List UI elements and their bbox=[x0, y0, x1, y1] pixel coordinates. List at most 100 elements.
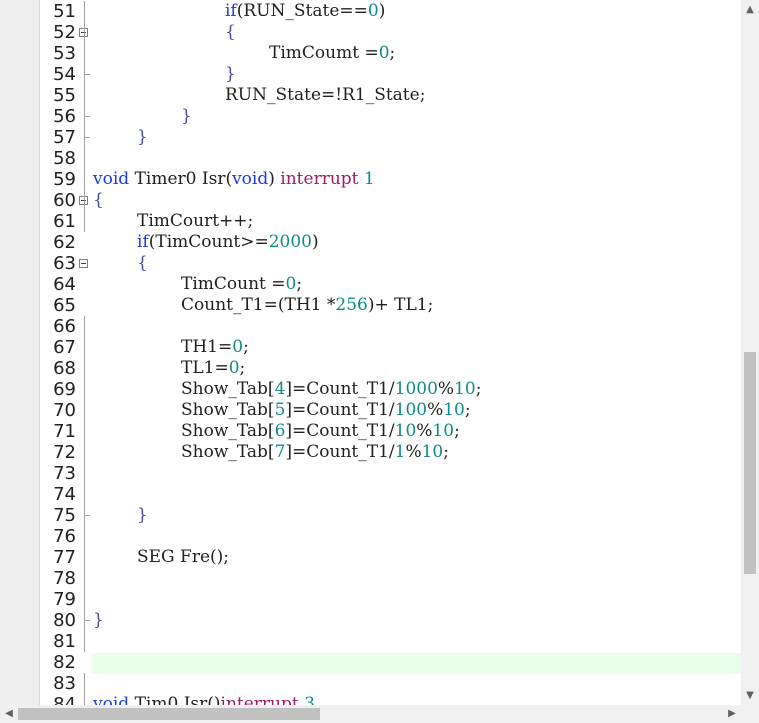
chevron-right-icon[interactable]: ▶ bbox=[723, 705, 741, 723]
code-token: )+ TL1; bbox=[367, 295, 434, 315]
code-token: TimCount = bbox=[181, 274, 286, 294]
code-line[interactable]: TimCourt++; bbox=[137, 211, 253, 232]
code-token: % bbox=[437, 379, 455, 399]
code-token: 0 bbox=[285, 274, 297, 294]
code-token: ; bbox=[239, 358, 246, 378]
code-token: 10 bbox=[443, 400, 465, 420]
fold-collapse-icon[interactable] bbox=[79, 259, 88, 268]
code-token: 1000 bbox=[394, 379, 438, 399]
code-line[interactable]: Count_T1=(TH1 *256)+ TL1; bbox=[181, 295, 433, 316]
code-token: void bbox=[232, 169, 269, 189]
chevron-left-icon[interactable]: ◀ bbox=[0, 705, 18, 723]
code-token: % bbox=[405, 442, 422, 462]
fold-guide-line bbox=[84, 316, 85, 652]
code-line[interactable]: { bbox=[225, 22, 236, 43]
code-line[interactable]: } bbox=[93, 610, 104, 631]
line-number: 71 bbox=[53, 421, 76, 442]
code-line[interactable]: TH1=0; bbox=[181, 337, 249, 358]
code-token: 7 bbox=[274, 442, 286, 462]
code-line[interactable]: if(TimCount>=2000) bbox=[137, 232, 319, 253]
code-token: { bbox=[93, 190, 104, 210]
code-token: ]=Count_T1/ bbox=[285, 421, 395, 441]
code-line[interactable]: TimCount =0; bbox=[181, 274, 302, 295]
editor-margin bbox=[0, 0, 40, 705]
code-line[interactable]: Show_Tab[6]=Count_T1/10%10; bbox=[181, 421, 460, 442]
current-line-highlight bbox=[92, 653, 741, 674]
code-line[interactable]: void Tim0 Isr()interrupt 3 bbox=[93, 694, 315, 705]
code-token: SEG Fre(); bbox=[137, 547, 230, 567]
code-token: Tim0 Isr() bbox=[129, 694, 221, 705]
code-token: Timer0 Isr( bbox=[129, 169, 233, 189]
vertical-scroll-thumb[interactable] bbox=[744, 352, 756, 574]
horizontal-scrollbar[interactable]: ◀ ▶ bbox=[0, 705, 741, 723]
code-token: Show_Tab[ bbox=[181, 379, 275, 399]
code-token: 3 bbox=[304, 694, 315, 705]
line-number: 63 bbox=[53, 253, 76, 274]
line-number: 58 bbox=[53, 148, 76, 169]
chevron-down-icon[interactable]: ▼ bbox=[741, 686, 759, 705]
fold-end-tick bbox=[84, 116, 90, 117]
code-token: 0 bbox=[378, 43, 390, 63]
code-area[interactable]: if(RUN_State==0){TimCoumt =0;} RUN_State=… bbox=[92, 0, 741, 705]
code-line[interactable]: } bbox=[225, 64, 236, 85]
code-line[interactable]: { bbox=[137, 253, 148, 274]
line-number: 79 bbox=[53, 589, 76, 610]
code-token: ; bbox=[389, 43, 396, 63]
code-line[interactable]: { bbox=[93, 190, 104, 211]
code-line[interactable]: Show_Tab[4]=Count_T1/1000%10; bbox=[181, 379, 481, 400]
code-token: { bbox=[225, 22, 236, 42]
line-number-gutter: 51 52 53 54 55 56 57 58 59 60 61 62 63 64 65 66 67 68 69 70… bbox=[40, 0, 76, 705]
code-line[interactable]: Show_Tab[5]=Count_T1/100%10; bbox=[181, 400, 471, 421]
code-token: 1 bbox=[363, 169, 375, 189]
code-token: } bbox=[137, 505, 148, 525]
code-line[interactable]: RUN_State=!R1_State; bbox=[225, 85, 425, 106]
line-number: 56 bbox=[53, 106, 76, 127]
line-number: 52 bbox=[53, 22, 76, 43]
fold-end-tick bbox=[84, 620, 90, 621]
line-number: 83 bbox=[53, 673, 76, 694]
code-line[interactable]: TimCoumt =0; bbox=[269, 43, 395, 64]
fold-gutter[interactable] bbox=[76, 0, 92, 705]
code-token: ; bbox=[243, 337, 249, 357]
code-token: ; bbox=[296, 274, 303, 294]
line-number: 72 bbox=[53, 442, 76, 463]
vertical-scrollbar[interactable]: ▲ ▼ bbox=[741, 0, 759, 705]
code-token: ]=Count_T1/ bbox=[285, 379, 395, 399]
code-token: % bbox=[416, 421, 433, 441]
code-line[interactable]: } bbox=[137, 127, 148, 148]
line-number: 70 bbox=[53, 400, 76, 421]
code-editor[interactable]: 51 52 53 54 55 56 57 58 59 60 61 62 63 64 65 66 67 68 69 70… bbox=[0, 0, 741, 705]
code-token: 0 bbox=[228, 358, 240, 378]
line-number: 61 bbox=[53, 211, 76, 232]
code-token: if bbox=[137, 232, 149, 252]
code-token: (TimCount>= bbox=[148, 232, 269, 252]
line-number: 64 bbox=[53, 274, 76, 295]
horizontal-scroll-thumb[interactable] bbox=[18, 708, 320, 720]
code-token: ) bbox=[312, 232, 319, 252]
code-line[interactable]: SEG Fre(); bbox=[137, 547, 229, 568]
code-token: Show_Tab[ bbox=[181, 442, 275, 462]
scrollbar-corner bbox=[741, 705, 759, 723]
line-number: 78 bbox=[53, 568, 76, 589]
code-line[interactable]: if(RUN_State==0) bbox=[225, 1, 385, 22]
code-line[interactable]: TL1=0; bbox=[181, 358, 245, 379]
code-token: void bbox=[93, 694, 130, 705]
code-token: ) bbox=[268, 169, 281, 189]
code-token: TimCourt++; bbox=[137, 211, 254, 231]
code-token: if bbox=[225, 1, 237, 21]
code-token: 1 bbox=[394, 442, 406, 462]
code-token: 4 bbox=[274, 379, 286, 399]
code-token: 10 bbox=[421, 442, 444, 462]
code-token: Count_T1=(TH1 * bbox=[181, 295, 336, 315]
line-number: 84 bbox=[53, 694, 76, 705]
chevron-up-icon[interactable]: ▲ bbox=[741, 0, 759, 20]
code-token: 10 bbox=[432, 421, 455, 441]
code-token: 10 bbox=[454, 379, 476, 399]
code-token: TL1= bbox=[181, 358, 229, 378]
line-number: 68 bbox=[53, 358, 76, 379]
code-line[interactable]: } bbox=[137, 505, 148, 526]
code-line[interactable]: void Timer0 Isr(void) interrupt 1 bbox=[93, 169, 375, 190]
code-token: Show_Tab[ bbox=[181, 400, 275, 420]
code-line[interactable]: Show_Tab[7]=Count_T1/1%10; bbox=[181, 442, 449, 463]
code-line[interactable]: } bbox=[181, 106, 192, 127]
